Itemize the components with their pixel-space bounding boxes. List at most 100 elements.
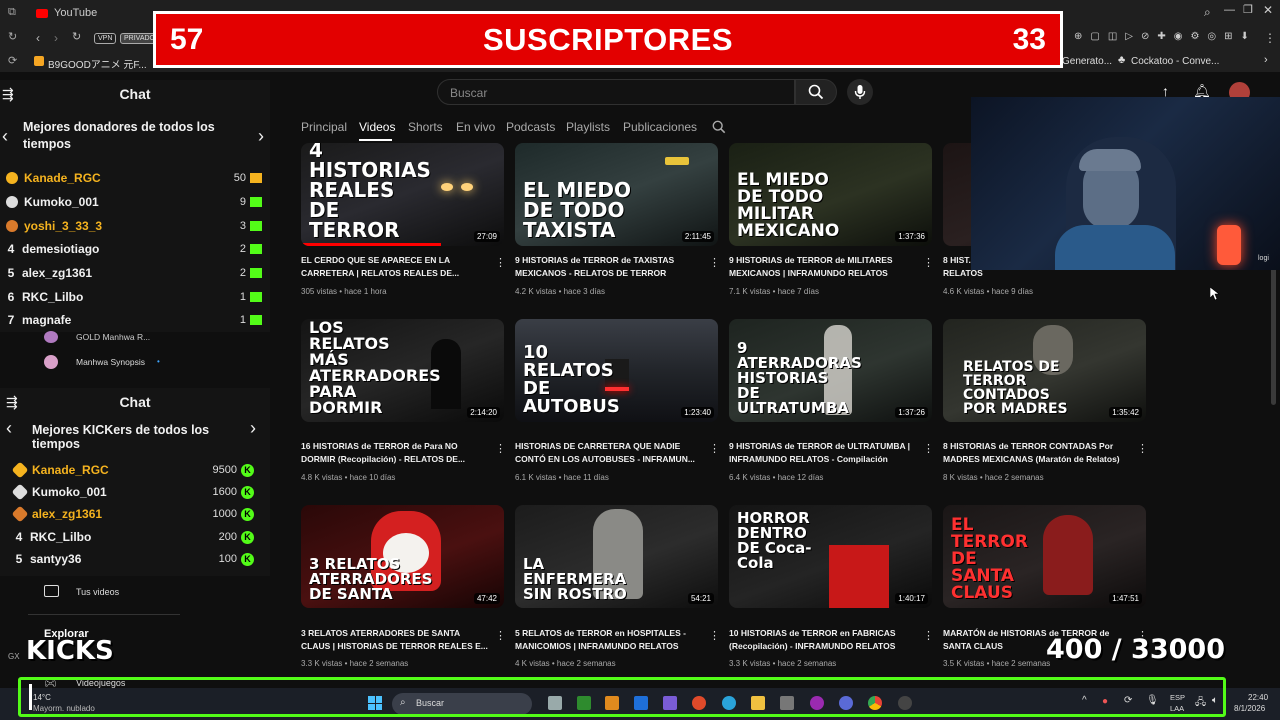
video-meta: 3.5 K vistas • hace 2 semanas bbox=[943, 659, 1051, 668]
prev-arrow-icon[interactable]: ‹ bbox=[2, 126, 8, 147]
video-title[interactable]: EL CERDO QUE SE APARECE EN LA CARRETERA … bbox=[301, 254, 491, 280]
reload-icon[interactable]: ↻ bbox=[72, 30, 81, 43]
bookmark-item[interactable]: Cockatoo - Conve... bbox=[1131, 56, 1219, 67]
vpn-badge[interactable]: VPN bbox=[94, 33, 117, 44]
video-title[interactable]: 9 HISTORIAS de TERROR de TAXISTAS MEXICA… bbox=[515, 254, 705, 280]
more-options-icon[interactable]: ⋮ bbox=[495, 629, 506, 642]
more-options-icon[interactable]: ⋮ bbox=[495, 256, 506, 269]
sidebar-reload-icon[interactable]: ↻ bbox=[8, 30, 17, 43]
more-options-icon[interactable]: ⋮ bbox=[923, 442, 934, 455]
tab-podcasts[interactable]: Podcasts bbox=[506, 120, 555, 134]
close-icon[interactable]: ✕ bbox=[1263, 3, 1273, 17]
video-thumbnail[interactable]: HORROR DENTRO DE Coca-Cola 1:40:17 bbox=[729, 505, 932, 608]
video-meta: 4.8 K vistas • hace 10 días bbox=[301, 473, 396, 482]
video-thumbnail[interactable]: 10 RELATOS DE AUTOBUS 1:23:40 bbox=[515, 319, 718, 422]
video-duration: 1:47:51 bbox=[1109, 593, 1142, 604]
leaderboard-value: 3 bbox=[239, 220, 246, 232]
gift-icon bbox=[250, 315, 262, 325]
minimize-icon[interactable]: — bbox=[1224, 4, 1235, 16]
leaderboard-value: 2 bbox=[239, 267, 246, 279]
leaderboard-row: 6 RKC_Lilbo 1 bbox=[0, 286, 270, 308]
back-icon[interactable]: ‹ bbox=[36, 31, 40, 45]
video-title[interactable]: 10 HISTORIAS de TERROR en FABRICAS (Reco… bbox=[729, 627, 919, 653]
subscription-item[interactable]: Manhwa Synopsis bbox=[76, 357, 145, 367]
video-thumbnail[interactable]: EL TERROR DE SANTA CLAUS 1:47:51 bbox=[943, 505, 1146, 608]
tab-en-vivo[interactable]: En vivo bbox=[456, 120, 495, 134]
leaderboard-rank: 6 bbox=[7, 290, 15, 304]
rank-1-badge-icon bbox=[11, 461, 29, 479]
sidebar-item-tus-videos[interactable]: Tus videos bbox=[76, 587, 119, 597]
tab-videos[interactable]: Videos bbox=[359, 120, 395, 134]
tab-publicaciones[interactable]: Publicaciones bbox=[623, 120, 697, 134]
video-meta: 7.1 K vistas • hace 7 días bbox=[729, 287, 819, 296]
kick-coin-icon: K bbox=[241, 463, 254, 477]
voice-search-button[interactable] bbox=[847, 79, 873, 105]
forward-icon[interactable]: › bbox=[54, 31, 58, 45]
more-options-icon[interactable]: ⋮ bbox=[709, 256, 720, 269]
subscription-item[interactable]: GOLD Manhwa R... bbox=[76, 332, 150, 342]
rank-3-badge-icon bbox=[11, 505, 29, 523]
leaderboard-name: RKC_Lilbo bbox=[22, 290, 84, 304]
video-thumbnail[interactable]: 3 RELATOS ATERRADORES DE SANTA 47:42 bbox=[301, 505, 504, 608]
next-arrow-icon[interactable]: › bbox=[250, 418, 256, 439]
rank-2-badge-icon bbox=[6, 196, 18, 208]
leaderboard-name: demesiotiago bbox=[22, 242, 100, 256]
sidebar-refresh-icon[interactable]: ⟳ bbox=[8, 54, 17, 67]
more-options-icon[interactable]: ⋮ bbox=[495, 442, 506, 455]
more-options-icon[interactable]: ⋮ bbox=[923, 629, 934, 642]
video-title[interactable]: 8 HISTORIAS de TERROR CONTADAS Por MADRE… bbox=[943, 440, 1133, 466]
video-title[interactable]: HISTORIAS DE CARRETERA QUE NADIE CONTÓ E… bbox=[515, 440, 705, 466]
video-duration: 1:35:42 bbox=[1109, 407, 1142, 418]
video-thumbnail[interactable]: 9 ATERRADORAS HISTORIAS DE ULTRATUMBA 1:… bbox=[729, 319, 932, 422]
leaderboard-rank: 5 bbox=[15, 552, 23, 566]
search-input[interactable]: Buscar bbox=[437, 79, 795, 105]
search-icon[interactable]: ⌕ bbox=[1204, 5, 1211, 20]
channel-avatar bbox=[44, 331, 58, 343]
thumbnail-text: 10 RELATOS DE AUTOBUS bbox=[523, 342, 620, 417]
clock-date[interactable]: 8/1/2026 bbox=[1234, 704, 1265, 713]
next-arrow-icon[interactable]: › bbox=[258, 126, 264, 147]
active-tab-underline bbox=[359, 139, 392, 141]
video-thumbnail[interactable]: EL MIEDO DE TODO MILITAR MEXICANO 1:37:3… bbox=[729, 143, 932, 246]
bookmark-item[interactable]: Generato... bbox=[1062, 56, 1112, 67]
bookmarks-overflow-icon[interactable]: › bbox=[1264, 54, 1268, 66]
extension-icons[interactable]: ⊕▢◫▷⊘✚◉⚙◎⊞⬇ bbox=[1074, 31, 1257, 42]
more-options-icon[interactable]: ⋮ bbox=[709, 442, 720, 455]
clock-time[interactable]: 22:40 bbox=[1248, 693, 1268, 702]
chat-header: Chat bbox=[119, 86, 151, 102]
video-title[interactable]: 9 HISTORIAS de TERROR de ULTRATUMBA | IN… bbox=[729, 440, 919, 466]
webcam-shirt bbox=[1055, 225, 1175, 270]
more-options-icon[interactable]: ⋮ bbox=[1137, 442, 1148, 455]
video-thumbnail[interactable]: EL MIEDO DE TODO TAXISTA 2:11:45 bbox=[515, 143, 718, 246]
more-options-icon[interactable]: ⋮ bbox=[923, 256, 934, 269]
tab-youtube[interactable]: YouTube bbox=[36, 4, 97, 22]
youtube-icon bbox=[36, 8, 48, 18]
browser-menu-icon[interactable]: ⧉ bbox=[8, 6, 16, 19]
more-options-icon[interactable]: ⋮ bbox=[709, 629, 720, 642]
video-meta: 4 K vistas • hace 2 semanas bbox=[515, 659, 616, 668]
search-button[interactable] bbox=[795, 79, 837, 105]
bookmark-item[interactable]: B9GOODアニメ 元F... bbox=[48, 56, 147, 71]
thumbnail-text: EL MIEDO DE TODO MILITAR MEXICANO bbox=[737, 170, 840, 241]
video-title[interactable]: 9 HISTORIAS de TERROR de MILITARES MEXIC… bbox=[729, 254, 919, 280]
video-title[interactable]: 3 RELATOS ATERRADORES DE SANTA CLAUS | H… bbox=[301, 627, 491, 653]
video-thumbnail[interactable]: 4 HISTORIAS REALES DE TERROR 27:09 bbox=[301, 143, 504, 246]
tab-shorts[interactable]: Shorts bbox=[408, 120, 443, 134]
maximize-icon[interactable]: ❐ bbox=[1243, 3, 1253, 16]
channel-search-icon[interactable] bbox=[712, 120, 726, 134]
video-meta: 3.3 K vistas • hace 2 semanas bbox=[729, 659, 837, 668]
video-meta: 3.3 K vistas • hace 2 semanas bbox=[301, 659, 409, 668]
tab-principal[interactable]: Principal bbox=[301, 120, 347, 134]
tab-playlists[interactable]: Playlists bbox=[566, 120, 610, 134]
rank-2-badge-icon bbox=[11, 483, 29, 501]
video-thumbnail[interactable]: LOS RELATOS MÁS ATERRADORES PARA DORMIR … bbox=[301, 319, 504, 422]
microphone-icon bbox=[854, 85, 866, 99]
video-thumbnail[interactable]: LA ENFERMERA SIN ROSTRO 54:21 bbox=[515, 505, 718, 608]
video-thumbnail[interactable]: RELATOS DE TERROR CONTADOS POR MADRES 1:… bbox=[943, 319, 1146, 422]
subscriber-current: 57 bbox=[170, 22, 204, 56]
leaderboard-value: 9500 bbox=[212, 464, 237, 476]
video-title[interactable]: 16 HISTORIAS de TERROR de Para NO DORMIR… bbox=[301, 440, 491, 466]
prev-arrow-icon[interactable]: ‹ bbox=[6, 418, 12, 439]
video-title[interactable]: 5 RELATOS de TERROR en HOSPITALES - MANI… bbox=[515, 627, 705, 653]
browser-menu-icon[interactable]: ⋮ bbox=[1264, 31, 1276, 45]
